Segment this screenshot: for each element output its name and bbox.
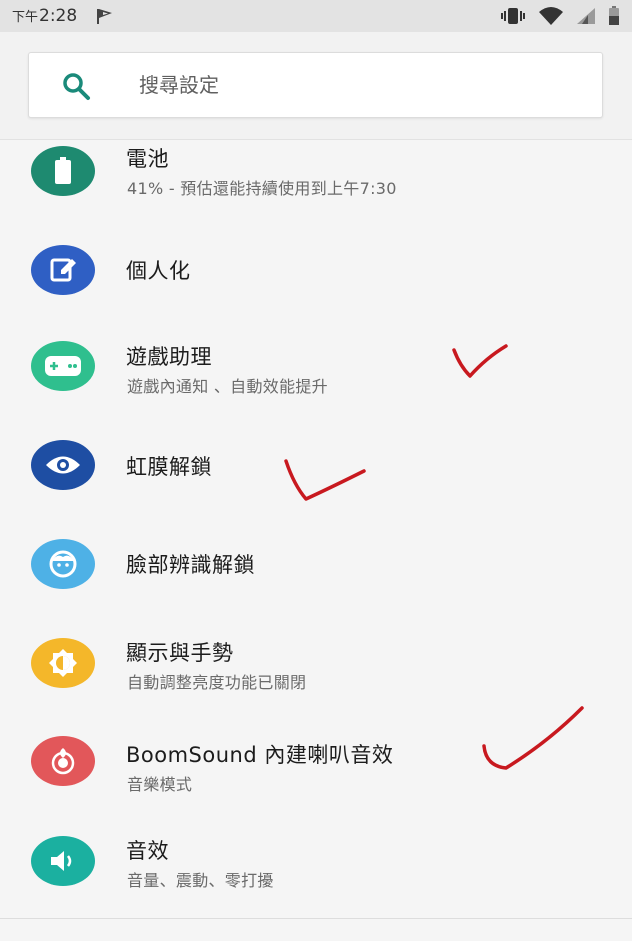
status-clock: 2:28	[39, 6, 78, 26]
signal-icon	[577, 8, 595, 24]
settings-item-title: 音效	[126, 839, 169, 863]
settings-item-title: 電池	[126, 147, 169, 171]
eye-icon	[31, 440, 95, 490]
search-header	[0, 32, 632, 140]
settings-item-title: 顯示與手勢	[126, 641, 234, 665]
face-icon	[31, 539, 95, 589]
settings-item-subtitle: 自動調整亮度功能已關閉	[127, 673, 307, 692]
battery-icon	[31, 146, 95, 196]
notification-flag-icon	[97, 9, 113, 24]
status-ampm: 下午	[12, 10, 39, 25]
wifi-icon	[539, 7, 563, 25]
settings-item-sound[interactable]: 音效 音量、震動、零打擾	[0, 813, 632, 909]
settings-item-title: 虹膜解鎖	[126, 455, 212, 479]
boomsound-icon	[31, 736, 95, 786]
speaker-icon	[31, 836, 95, 886]
search-box[interactable]	[28, 52, 603, 118]
settings-item-subtitle: 遊戲內通知 、自動效能提升	[127, 377, 328, 396]
brightness-icon	[31, 638, 95, 688]
settings-item-personalize[interactable]: 個人化	[0, 221, 632, 317]
settings-item-subtitle: 41% - 預估還能持續使用到上午7:30	[127, 179, 397, 198]
settings-item-boomsound[interactable]: BoomSound 內建喇叭音效 音樂模式	[0, 709, 632, 805]
settings-item-iris[interactable]: 虹膜解鎖	[0, 413, 632, 509]
search-input[interactable]	[139, 65, 579, 105]
settings-item-title: 個人化	[126, 259, 191, 283]
settings-item-title: 臉部辨識解鎖	[126, 553, 255, 577]
settings-item-title: 遊戲助理	[126, 345, 212, 369]
gamepad-icon	[31, 341, 95, 391]
bottom-divider	[0, 918, 632, 919]
settings-item-game[interactable]: 遊戲助理 遊戲內通知 、自動效能提升	[0, 317, 632, 413]
search-icon[interactable]	[61, 71, 91, 101]
settings-item-subtitle: 音量、震動、零打擾	[127, 871, 274, 890]
vibrate-icon	[501, 8, 525, 24]
settings-item-battery[interactable]: 電池 41% - 預估還能持續使用到上午7:30	[0, 141, 632, 221]
settings-item-subtitle: 音樂模式	[127, 775, 193, 794]
battery-icon	[609, 6, 619, 25]
settings-item-face[interactable]: 臉部辨識解鎖	[0, 513, 632, 609]
status-bar: 下午 2:28	[0, 0, 632, 32]
settings-item-title: BoomSound 內建喇叭音效	[126, 743, 394, 767]
settings-item-display[interactable]: 顯示與手勢 自動調整亮度功能已關閉	[0, 611, 632, 707]
status-time: 下午 2:28	[12, 6, 77, 26]
edit-icon	[31, 245, 95, 295]
